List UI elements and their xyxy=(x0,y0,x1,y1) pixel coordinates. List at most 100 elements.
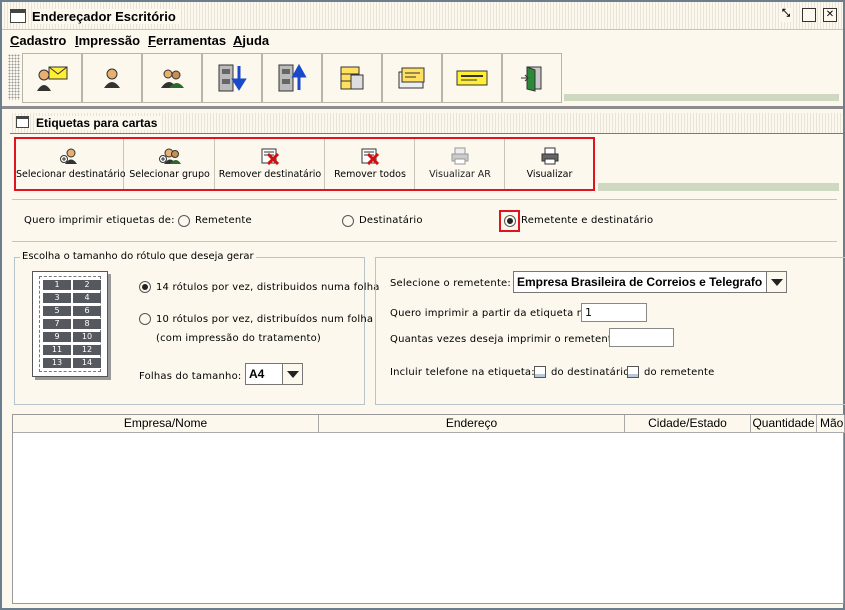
sender-value: Empresa Brasileira de Correios e Telegra… xyxy=(517,275,763,289)
radio-remetente-label: Remetente xyxy=(195,215,252,226)
remove-all-label: Remover todos xyxy=(334,169,406,180)
internal-frame-title-bar[interactable]: Etiquetas para cartas xyxy=(10,113,843,133)
sheet-cell: 1 xyxy=(43,280,71,290)
radio-destinatario[interactable] xyxy=(342,215,354,227)
col-quantidade[interactable]: Quantidade xyxy=(751,415,817,433)
start-label-label: Quero imprimir a partir da etiqueta nº: xyxy=(390,308,592,319)
add-user-icon xyxy=(59,148,77,164)
separator xyxy=(12,199,837,200)
window-icon xyxy=(10,9,26,23)
group-icon xyxy=(161,69,184,88)
exit-button[interactable] xyxy=(502,53,562,103)
chevron-down-icon[interactable] xyxy=(282,364,302,384)
action-toolbar: Selecionar destinatário Selecionar grupo… xyxy=(14,137,595,191)
remove-all-button[interactable]: Remover todos xyxy=(326,139,415,189)
sheet-cell: 12 xyxy=(73,345,101,355)
envelope-icon xyxy=(456,70,488,86)
mail-user-icon xyxy=(37,66,68,91)
close-button[interactable]: ✕ xyxy=(823,8,837,22)
export-icon xyxy=(278,63,307,92)
card-index-button[interactable] xyxy=(382,53,442,103)
sheet-cell: 6 xyxy=(73,306,101,316)
chevron-down-icon[interactable] xyxy=(766,272,786,292)
col-mao[interactable]: Mão xyxy=(817,415,845,433)
card-index-icon xyxy=(398,67,425,89)
label-sheet-preview: 1 2 3 4 5 6 7 8 9 10 11 12 13 14 xyxy=(32,271,108,377)
database-icon xyxy=(340,66,364,90)
database-button[interactable] xyxy=(322,53,382,103)
paper-size-value: A4 xyxy=(249,367,265,381)
radio-10-labels-sublabel: (com impressão do tratamento) xyxy=(156,333,322,344)
radio-14-labels-label: 14 rótulos por vez, distribuidos numa fo… xyxy=(156,282,380,293)
remove-recipient-button[interactable]: Remover destinatário xyxy=(216,139,325,189)
import-button[interactable] xyxy=(202,53,262,103)
print-mode-label: Quero imprimir etiquetas de: xyxy=(24,215,175,226)
printer-disabled-icon xyxy=(451,147,469,165)
app-window: Endereçador Escritório ⤡ ✕ Cadastro Impr… xyxy=(0,0,845,610)
envelope-button[interactable] xyxy=(442,53,502,103)
view-button[interactable]: Visualizar xyxy=(506,139,593,189)
recipients-table[interactable]: Empresa/Nome Endereço Cidade/Estado Quan… xyxy=(12,414,845,604)
frame-title: Etiquetas para cartas xyxy=(36,116,162,130)
view-ar-button[interactable]: Visualizar AR xyxy=(416,139,505,189)
export-button[interactable] xyxy=(262,53,322,103)
user-button[interactable] xyxy=(82,53,142,103)
phone-sender-checkbox[interactable] xyxy=(627,366,639,378)
sheet-cell: 2 xyxy=(73,280,101,290)
radio-14-labels[interactable] xyxy=(139,281,151,293)
title-bar[interactable]: Endereçador Escritório ⤡ ✕ xyxy=(2,2,843,30)
sheet-cell: 10 xyxy=(73,332,101,342)
phone-label: Incluir telefone na etiqueta: xyxy=(390,367,535,378)
select-recipient-button[interactable]: Selecionar destinatário xyxy=(16,139,126,189)
radio-remetente-destinatario[interactable] xyxy=(504,215,516,227)
sender-select[interactable]: Empresa Brasileira de Correios e Telegra… xyxy=(513,271,787,293)
phone-sender-label: do remetente xyxy=(644,367,715,378)
sheet-cell: 11 xyxy=(43,345,71,355)
paper-size-select[interactable]: A4 xyxy=(245,363,303,385)
add-group-icon xyxy=(158,148,181,164)
radio-10-labels[interactable] xyxy=(139,313,151,325)
phone-dest-checkbox[interactable] xyxy=(534,366,546,378)
radio-remetente-destinatario-label: Remetente e destinatário xyxy=(521,215,654,226)
window-title: Endereçador Escritório xyxy=(32,9,180,24)
view-ar-label: Visualizar AR xyxy=(429,169,491,180)
action-toolbar-filler xyxy=(598,183,839,191)
main-toolbar xyxy=(2,50,843,106)
exit-door-icon xyxy=(521,66,542,92)
sheet-cell: 9 xyxy=(43,332,71,342)
start-label-input[interactable]: 1 xyxy=(581,303,647,322)
sender-label: Selecione o remetente: xyxy=(390,278,511,289)
label-size-legend: Escolha o tamanho do rótulo que deseja g… xyxy=(20,251,256,262)
remove-all-icon xyxy=(361,148,380,165)
restore-icon[interactable]: ⤡ xyxy=(779,8,793,22)
select-group-button[interactable]: Selecionar grupo xyxy=(125,139,215,189)
sheet-cell: 13 xyxy=(43,358,71,368)
times-input[interactable] xyxy=(609,328,674,347)
sheet-cell: 14 xyxy=(73,358,101,368)
paper-size-label: Folhas do tamanho: xyxy=(139,371,242,382)
radio-remetente[interactable] xyxy=(178,215,190,227)
maximize-button[interactable] xyxy=(802,8,816,22)
menu-bar: Cadastro Impressão Ferramentas Ajuda xyxy=(2,30,843,50)
separator xyxy=(12,241,837,242)
menu-cadastro[interactable]: Cadastro xyxy=(10,33,66,48)
select-recipient-label: Selecionar destinatário xyxy=(16,169,126,180)
sheet-cell: 7 xyxy=(43,319,71,329)
sheet-cell: 4 xyxy=(73,293,101,303)
mail-user-button[interactable] xyxy=(22,53,82,103)
view-label: Visualizar xyxy=(526,169,573,180)
menu-ferramentas[interactable]: Ferramentas xyxy=(148,33,226,48)
sheet-cell: 8 xyxy=(73,319,101,329)
col-cidade-estado[interactable]: Cidade/Estado xyxy=(625,415,751,433)
col-empresa-nome[interactable]: Empresa/Nome xyxy=(13,415,319,433)
col-endereco[interactable]: Endereço xyxy=(319,415,625,433)
frame-icon xyxy=(16,116,29,128)
times-label: Quantas vezes deseja imprimir o remetent… xyxy=(390,334,622,345)
menu-ajuda[interactable]: Ajuda xyxy=(233,33,269,48)
remove-user-icon xyxy=(261,148,280,165)
toolbar-grip[interactable] xyxy=(8,54,20,100)
menu-impressao[interactable]: Impressão xyxy=(75,33,140,48)
radio-10-labels-label: 10 rótulos por vez, distribuídos num fol… xyxy=(156,314,374,325)
import-icon xyxy=(218,64,247,92)
group-button[interactable] xyxy=(142,53,202,103)
